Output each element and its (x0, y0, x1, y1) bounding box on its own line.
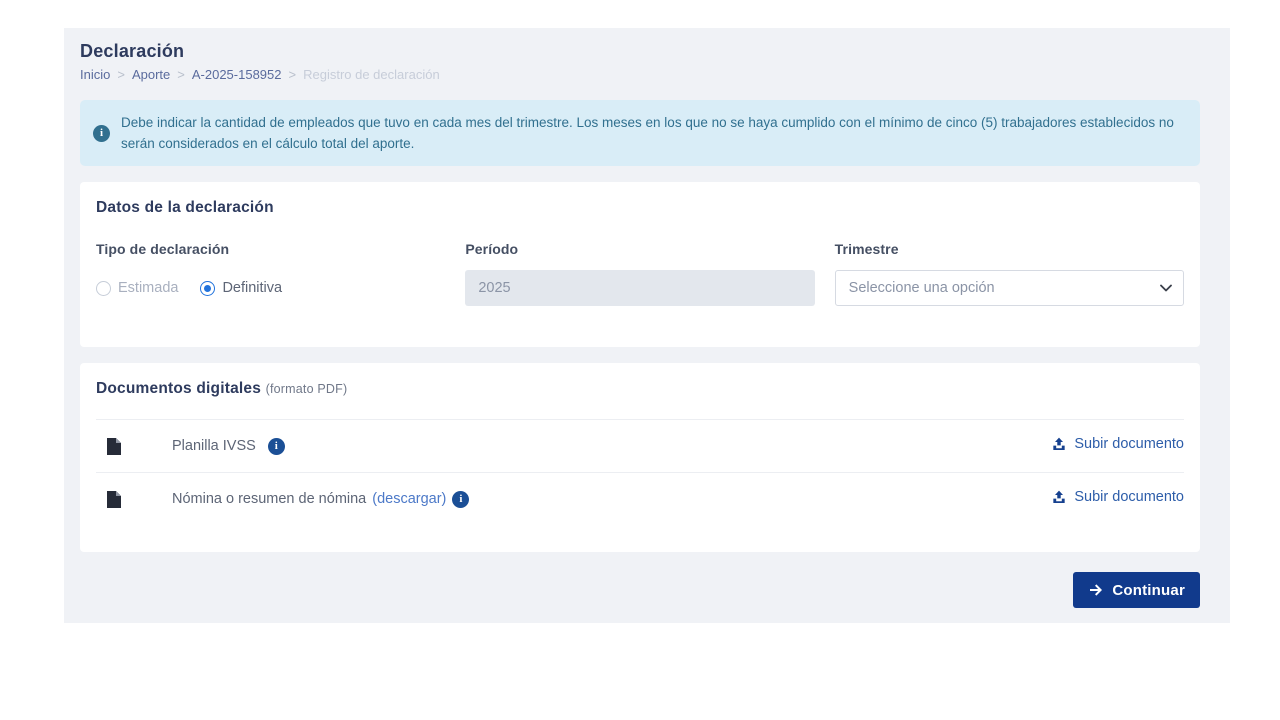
upload-label: Subir documento (1074, 436, 1184, 452)
trimester-label: Trimestre (835, 240, 1184, 258)
breadcrumb-link-inicio[interactable]: Inicio (80, 67, 110, 82)
documents-format-note: (formato PDF) (266, 382, 348, 396)
page-title: Declaración (80, 40, 1200, 62)
breadcrumb-separator: > (177, 67, 185, 82)
upload-label: Subir documento (1074, 489, 1184, 505)
declaration-card-title: Datos de la declaración (96, 198, 1184, 218)
upload-icon (1051, 489, 1067, 505)
upload-document-button[interactable]: Subir documento (1051, 436, 1184, 452)
footer-actions: Continuar (80, 572, 1200, 608)
radio-estimada[interactable]: Estimada (96, 280, 178, 296)
document-name: Planilla IVSS (172, 438, 256, 454)
documents-card-title: Documentos digitales (formato PDF) (96, 379, 1184, 399)
document-name: Nómina o resumen de nómina (172, 491, 366, 507)
trimester-select[interactable]: Seleccione una opción (835, 270, 1184, 306)
breadcrumb-separator: > (289, 67, 297, 82)
documents-title-text: Documentos digitales (96, 380, 261, 397)
breadcrumb-link-aporte[interactable]: Aporte (132, 67, 170, 82)
declaration-data-card: Datos de la declaración Tipo de declarac… (80, 182, 1200, 347)
file-icon (107, 491, 121, 508)
breadcrumb-link-aporte-id[interactable]: A-2025-158952 (192, 67, 282, 82)
document-row-planilla: Planilla IVSS i Subir documento (96, 419, 1184, 472)
info-icon[interactable]: i (452, 491, 469, 508)
declaration-type-radio-group: Estimada Definitiva (96, 270, 445, 306)
file-icon (107, 438, 121, 455)
info-alert: i Debe indicar la cantidad de empleados … (80, 100, 1200, 166)
document-download-link[interactable]: (descargar) (372, 491, 446, 507)
info-icon: i (93, 125, 110, 142)
main-content-panel: Declaración Inicio > Aporte > A-2025-158952 >… (64, 28, 1230, 623)
period-field-group: Período (465, 240, 814, 306)
continue-button-label: Continuar (1112, 582, 1185, 599)
declaration-type-label: Tipo de declaración (96, 240, 445, 258)
breadcrumb-separator: > (117, 67, 125, 82)
period-input (465, 270, 814, 306)
info-icon[interactable]: i (268, 438, 285, 455)
documents-table: Planilla IVSS i Subir documento (96, 419, 1184, 525)
upload-icon (1051, 436, 1067, 452)
upload-document-button[interactable]: Subir documento (1051, 489, 1184, 505)
radio-estimada-circle[interactable] (96, 281, 111, 296)
radio-definitiva-label: Definitiva (222, 280, 282, 296)
digital-documents-card: Documentos digitales (formato PDF) Plani… (80, 363, 1200, 552)
breadcrumb-current: Registro de declaración (303, 67, 440, 82)
period-label: Período (465, 240, 814, 258)
radio-definitiva-circle[interactable] (200, 281, 215, 296)
document-row-nomina: Nómina o resumen de nómina (descargar) i… (96, 472, 1184, 525)
declaration-type-field: Tipo de declaración Estimada Definitiva (96, 240, 445, 306)
arrow-right-icon (1088, 582, 1104, 598)
breadcrumb: Inicio > Aporte > A-2025-158952 > Registro de … (80, 66, 1200, 84)
continue-button[interactable]: Continuar (1073, 572, 1200, 608)
trimester-field-group: Trimestre Seleccione una opción (835, 240, 1184, 306)
info-alert-text: Debe indicar la cantidad de empleados qu… (121, 112, 1182, 154)
radio-estimada-label: Estimada (118, 280, 178, 296)
radio-definitiva[interactable]: Definitiva (200, 280, 282, 296)
